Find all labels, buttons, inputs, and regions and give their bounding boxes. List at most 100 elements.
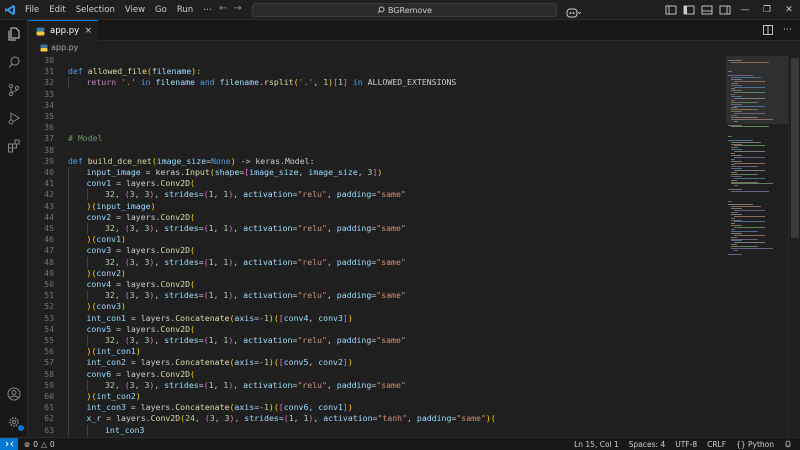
manage-gear-icon[interactable] xyxy=(4,412,24,432)
problems-indicator[interactable]: ⊗ 0 △ 0 xyxy=(18,440,55,449)
minimap-line xyxy=(731,183,773,185)
menu-file[interactable]: File xyxy=(20,5,44,15)
code-line[interactable]: 30 xyxy=(28,55,726,66)
minimap-line xyxy=(731,78,742,80)
breadcrumb[interactable]: app.py xyxy=(28,41,788,54)
code-line[interactable]: 37 # Model xyxy=(28,133,726,144)
code-line[interactable]: 49)(conv2) xyxy=(28,267,726,279)
minimap-line xyxy=(731,84,742,86)
menu-more[interactable]: ⋯ xyxy=(198,5,217,15)
minimap[interactable] xyxy=(726,54,788,437)
code-line[interactable]: 56)(int_con1) xyxy=(28,346,726,358)
code-line[interactable]: 43)(input_image) xyxy=(28,200,726,212)
tab-app-py[interactable]: app.py × xyxy=(28,20,98,41)
search-view-icon[interactable] xyxy=(4,52,24,72)
code-line[interactable]: 55 32, (3, 3), strides=(1, 1), activation… xyxy=(28,335,726,347)
minimap-line xyxy=(731,230,758,232)
code-line[interactable]: 45 32, (3, 3), strides=(1, 1), activation… xyxy=(28,223,726,235)
cursor-position[interactable]: Ln 15, Col 1 xyxy=(574,440,619,449)
code-editor[interactable]: 30 31 def allowed_file(filename): 32 return … xyxy=(28,54,726,437)
code-line[interactable]: 50 conv4 = layers.Conv2D( xyxy=(28,279,726,291)
notifications-bell-icon[interactable] xyxy=(784,440,792,450)
menu-run[interactable]: Run xyxy=(172,5,198,15)
line-number: 38 xyxy=(44,144,54,155)
code-line[interactable]: 33 xyxy=(28,89,726,100)
tab-close-icon[interactable]: × xyxy=(84,26,92,36)
split-editor-icon[interactable] xyxy=(763,25,773,35)
toggle-panel-icon[interactable] xyxy=(701,4,713,16)
toggle-sidebar-icon[interactable] xyxy=(683,4,695,16)
python-file-icon xyxy=(40,43,48,52)
minimap-line xyxy=(731,175,742,177)
code-line[interactable]: 35 xyxy=(28,111,726,122)
code-line[interactable]: 44 conv2 = layers.Conv2D( xyxy=(28,211,726,223)
minimap-line xyxy=(731,101,758,103)
maximize-icon[interactable]: ❐ xyxy=(756,0,778,20)
code-line[interactable]: 41 conv1 = layers.Conv2D( xyxy=(28,178,726,190)
vertical-scrollbar[interactable] xyxy=(788,54,800,437)
code-line[interactable]: 60)(int_con2) xyxy=(28,391,726,403)
end-of-line[interactable]: CRLF xyxy=(707,440,726,449)
code-text: conv4 = layers.Conv2D( xyxy=(86,279,195,289)
code-text: conv3 = layers.Conv2D( xyxy=(86,245,195,256)
menu-selection[interactable]: Selection xyxy=(71,5,120,15)
toggle-secondary-sidebar-icon[interactable] xyxy=(719,4,731,16)
code-line[interactable]: 57 int_con2 = layers.Concatenate(axis=-1)… xyxy=(28,357,726,369)
code-line[interactable]: 46)(conv1) xyxy=(28,234,726,246)
code-line[interactable]: 36 xyxy=(28,122,726,133)
code-line[interactable]: 32 return '.' in filename and filename.rs… xyxy=(28,77,726,89)
menu-go[interactable]: Go xyxy=(150,5,172,15)
explorer-icon[interactable] xyxy=(4,24,24,44)
indentation[interactable]: Spaces: 4 xyxy=(629,440,665,449)
menu-edit[interactable]: Edit xyxy=(44,5,70,15)
command-center-search[interactable]: BGRemove xyxy=(252,3,557,17)
code-text: def build_dce_net(image_size=None) -> ke… xyxy=(68,155,315,166)
code-line[interactable]: 58 conv6 = layers.Conv2D( xyxy=(28,368,726,380)
code-line[interactable]: 42 32, (3, 3), strides=(1, 1), activation… xyxy=(28,189,726,201)
indent-guide xyxy=(68,256,69,268)
code-line[interactable]: 54 conv5 = layers.Conv2D( xyxy=(28,323,726,335)
python-file-icon xyxy=(36,27,45,35)
code-text: input_image = keras.Input(shape=[image_s… xyxy=(86,167,383,177)
forward-arrow-icon[interactable]: → xyxy=(233,3,241,14)
remote-indicator-icon[interactable] xyxy=(0,437,18,450)
account-icon[interactable] xyxy=(4,384,24,404)
menu-view[interactable]: View xyxy=(120,5,150,15)
encoding[interactable]: UTF-8 xyxy=(675,440,697,449)
code-line[interactable]: 61 int_con3 = layers.Concatenate(axis=-1)… xyxy=(28,402,726,414)
breadcrumb-file[interactable]: app.py xyxy=(51,43,78,52)
language-mode[interactable]: {} Python xyxy=(736,440,774,449)
code-line[interactable]: 51 32, (3, 3), strides=(1, 1), activation… xyxy=(28,290,726,302)
run-debug-icon[interactable] xyxy=(4,108,24,128)
code-line[interactable]: 34 xyxy=(28,100,726,111)
scrollbar-thumb[interactable] xyxy=(791,58,799,238)
code-text: )(input_image) xyxy=(86,200,156,211)
extensions-icon[interactable] xyxy=(4,136,24,156)
code-line[interactable]: 52)(conv3) xyxy=(28,301,726,313)
more-actions-icon[interactable]: ⋯ xyxy=(783,25,792,35)
code-line[interactable]: 47 conv3 = layers.Conv2D( xyxy=(28,245,726,257)
code-line[interactable]: 48 32, (3, 3), strides=(1, 1), activation… xyxy=(28,256,726,268)
minimap-line xyxy=(731,94,735,96)
code-line[interactable]: 63 int_con3 xyxy=(28,424,726,436)
minimap-line xyxy=(731,246,758,248)
line-number: 60 xyxy=(44,391,54,401)
code-line[interactable]: 40 input_image = keras.Input(shape=[image… xyxy=(28,167,726,179)
code-line[interactable]: 39 def build_dce_net(image_size=None) -> … xyxy=(28,156,726,167)
code-line[interactable]: 53 int_con1 = layers.Concatenate(axis=-1)… xyxy=(28,312,726,324)
minimap-line xyxy=(734,162,765,164)
line-number: 62 xyxy=(44,413,54,424)
code-line[interactable]: 38 xyxy=(28,145,726,156)
minimap-line xyxy=(731,143,742,145)
close-window-icon[interactable]: ✕ xyxy=(778,0,800,20)
minimize-icon[interactable]: — xyxy=(734,0,756,20)
back-arrow-icon[interactable]: ← xyxy=(219,3,227,14)
line-number: 42 xyxy=(44,189,54,200)
code-line[interactable]: 31 def allowed_file(filename): xyxy=(28,66,726,77)
customize-layout-icon[interactable] xyxy=(665,4,677,16)
search-text: BGRemove xyxy=(387,5,432,15)
source-control-icon[interactable] xyxy=(4,80,24,100)
vscode-logo-icon xyxy=(0,0,20,20)
code-line[interactable]: 62 x_r = layers.Conv2D(24, (3, 3), stride… xyxy=(28,413,726,425)
code-line[interactable]: 59 32, (3, 3), strides=(1, 1), activation… xyxy=(28,379,726,391)
